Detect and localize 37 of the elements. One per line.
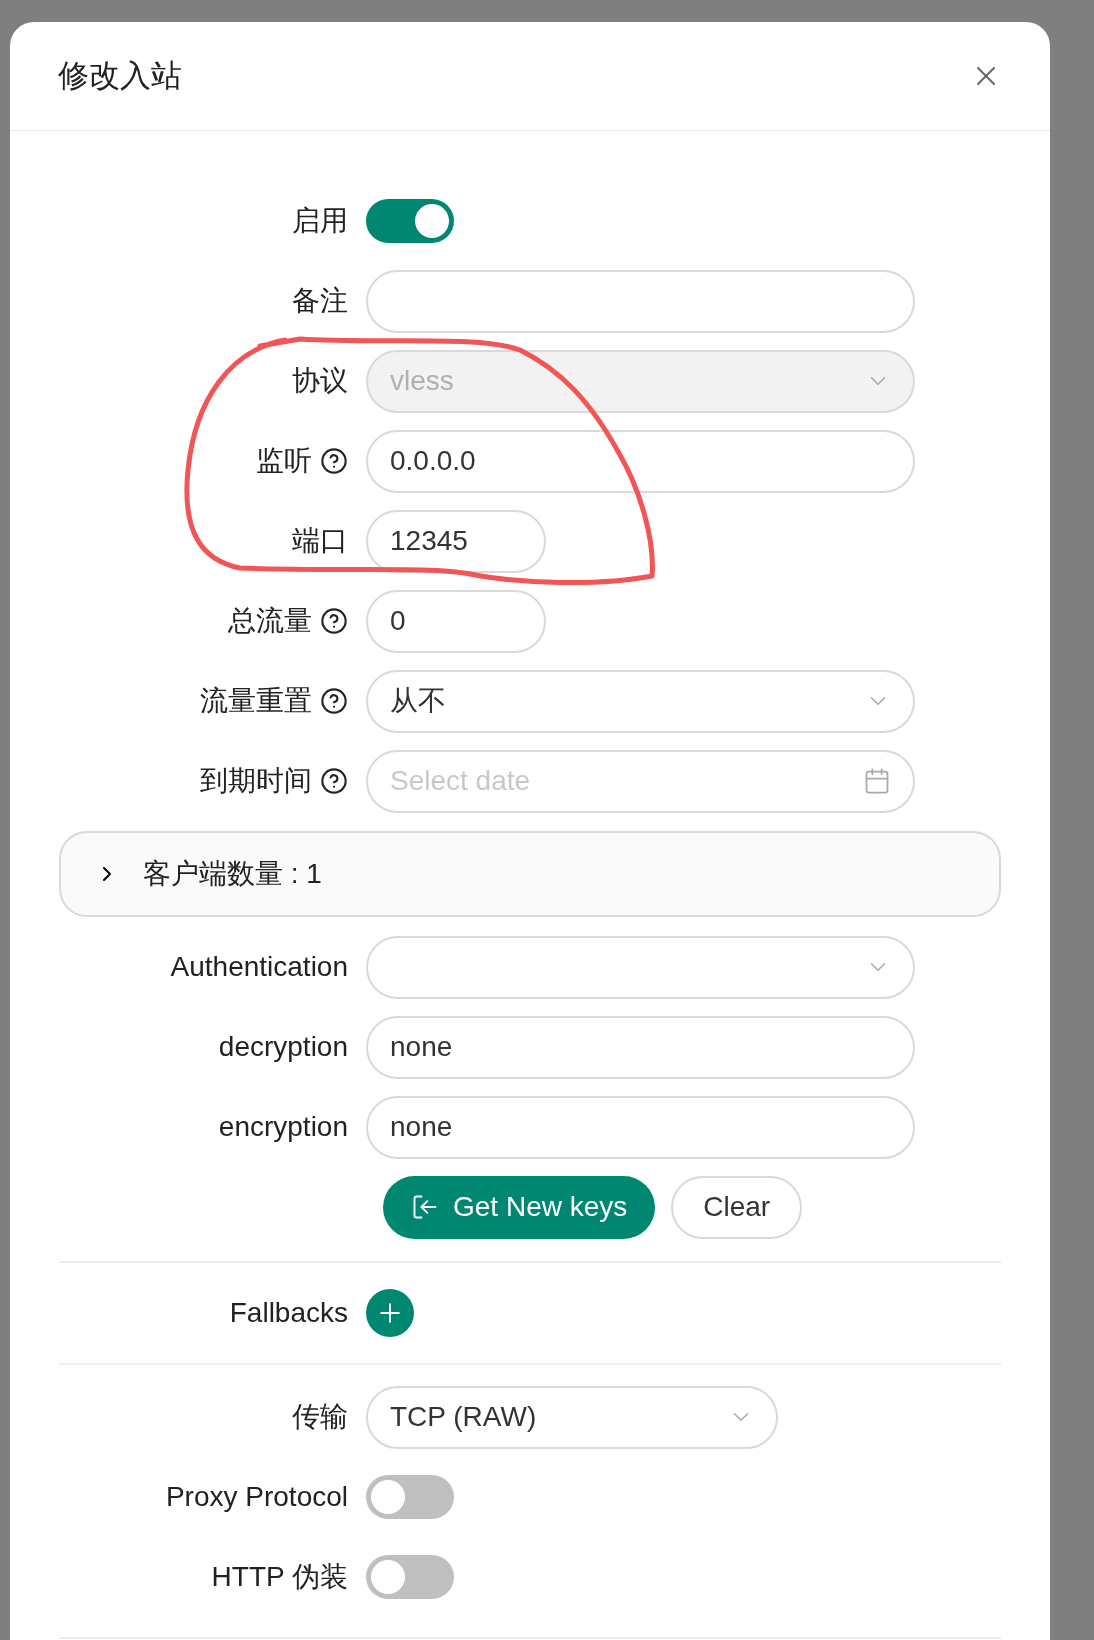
field-label: 流量重置 — [200, 684, 312, 718]
help-icon[interactable] — [320, 767, 348, 795]
get-keys-button[interactable]: Get New keys — [383, 1175, 656, 1239]
clients-panel[interactable]: 客户端数量 : 1 — [59, 831, 1001, 917]
field-label: Fallbacks — [229, 1296, 348, 1330]
field-label: 协议 — [292, 364, 348, 398]
toggle-switch[interactable] — [366, 1555, 454, 1599]
clear-button[interactable]: Clear — [671, 1175, 803, 1239]
input-field[interactable]: 0.0.0.0 — [366, 429, 915, 493]
input-field[interactable]: 0 — [366, 589, 546, 653]
input-field[interactable]: 12345 — [366, 509, 546, 573]
toggle-switch[interactable] — [366, 1475, 454, 1519]
field-label: 启用 — [292, 204, 348, 238]
panel-title: 客户端数量 : 1 — [143, 857, 322, 891]
field-label: 到期时间 — [200, 764, 312, 798]
add-button[interactable] — [366, 1289, 414, 1337]
select-field[interactable]: TCP (RAW) — [366, 1385, 778, 1449]
field-label: HTTP 伪装 — [211, 1560, 348, 1594]
import-icon — [411, 1193, 439, 1221]
field-label: 端口 — [292, 524, 348, 558]
toggle-switch[interactable] — [366, 199, 454, 243]
calendar-icon — [863, 767, 891, 795]
field-label: 监听 — [256, 444, 312, 478]
help-icon[interactable] — [320, 687, 348, 715]
help-icon[interactable] — [320, 447, 348, 475]
field-label: Authentication — [170, 950, 348, 984]
input-field[interactable]: none — [366, 1095, 915, 1159]
field-label: 备注 — [292, 284, 348, 318]
help-icon[interactable] — [320, 607, 348, 635]
field-label: decryption — [218, 1030, 348, 1064]
field-label: 总流量 — [228, 604, 312, 638]
field-label: encryption — [218, 1110, 348, 1144]
dialog-title: 修改入站 — [58, 56, 182, 95]
field-label: 传输 — [292, 1400, 348, 1434]
field-label: Proxy Protocol — [165, 1480, 348, 1514]
select-field[interactable]: 从不 — [366, 669, 915, 733]
input-field[interactable]: none — [366, 1015, 915, 1079]
